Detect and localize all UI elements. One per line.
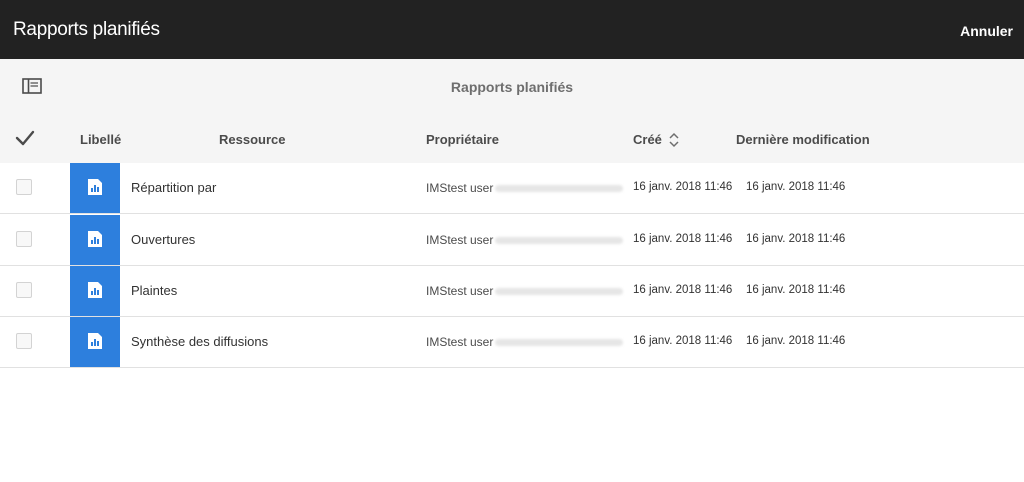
row-label[interactable]: Plaintes (131, 283, 177, 298)
row-modified: 16 janv. 2018 11:46 (746, 181, 846, 193)
sort-icon[interactable] (668, 132, 680, 148)
table-row[interactable]: Plaintes IMStest user 16 janv. 2018 11:4… (0, 266, 1024, 317)
row-modified: 16 janv. 2018 11:46 (746, 233, 846, 245)
column-header-label[interactable]: Libellé (80, 132, 121, 147)
table-row[interactable]: Ouvertures IMStest user 16 janv. 2018 11… (0, 215, 1024, 266)
column-header-resource[interactable]: Ressource (219, 132, 285, 147)
row-label[interactable]: Synthèse des diffusions (131, 334, 268, 349)
column-header-created[interactable]: Créé (633, 132, 662, 147)
row-owner: IMStest user (426, 284, 494, 298)
sub-header-title: Rapports planifiés (450, 79, 574, 95)
table-row[interactable]: Répartition par IMStest user 16 janv. 20… (0, 163, 1024, 214)
row-created: 16 janv. 2018 11:46 (633, 181, 733, 193)
page-title: Rapports planifiés (13, 19, 160, 40)
row-modified: 16 janv. 2018 11:46 (746, 335, 846, 347)
sub-header: Rapports planifiés (0, 59, 1024, 115)
row-modified: 16 janv. 2018 11:46 (746, 284, 846, 296)
row-created: 16 janv. 2018 11:46 (633, 284, 733, 296)
report-thumbnail[interactable] (70, 317, 120, 367)
redacted-email (495, 339, 623, 346)
row-owner: IMStest user (426, 181, 494, 195)
row-label[interactable]: Répartition par (131, 180, 216, 195)
report-thumbnail[interactable] (70, 266, 120, 316)
report-icon (88, 333, 102, 349)
redacted-email (495, 237, 623, 244)
column-header-owner[interactable]: Propriétaire (426, 132, 499, 147)
redacted-email (495, 288, 623, 295)
checkmark-icon[interactable] (15, 129, 35, 147)
report-icon (88, 179, 102, 195)
row-checkbox[interactable] (16, 282, 32, 298)
row-checkbox[interactable] (16, 179, 32, 195)
row-label[interactable]: Ouvertures (131, 232, 195, 247)
row-checkbox[interactable] (16, 231, 32, 247)
report-icon (88, 282, 102, 298)
row-owner: IMStest user (426, 233, 494, 247)
report-thumbnail[interactable] (70, 215, 120, 265)
row-created: 16 janv. 2018 11:46 (633, 233, 733, 245)
row-checkbox[interactable] (16, 333, 32, 349)
redacted-email (495, 185, 623, 192)
top-bar: Rapports planifiés Annuler (0, 0, 1024, 59)
report-thumbnail[interactable] (70, 163, 120, 213)
column-header-modified[interactable]: Dernière modification (736, 132, 870, 147)
row-owner: IMStest user (426, 335, 494, 349)
cancel-button[interactable]: Annuler (960, 23, 1013, 39)
table-row[interactable]: Synthèse des diffusions IMStest user 16 … (0, 317, 1024, 368)
table-header: Libellé Ressource Propriétaire Créé Dern… (0, 115, 1024, 163)
row-created: 16 janv. 2018 11:46 (633, 335, 733, 347)
report-icon (88, 231, 102, 247)
